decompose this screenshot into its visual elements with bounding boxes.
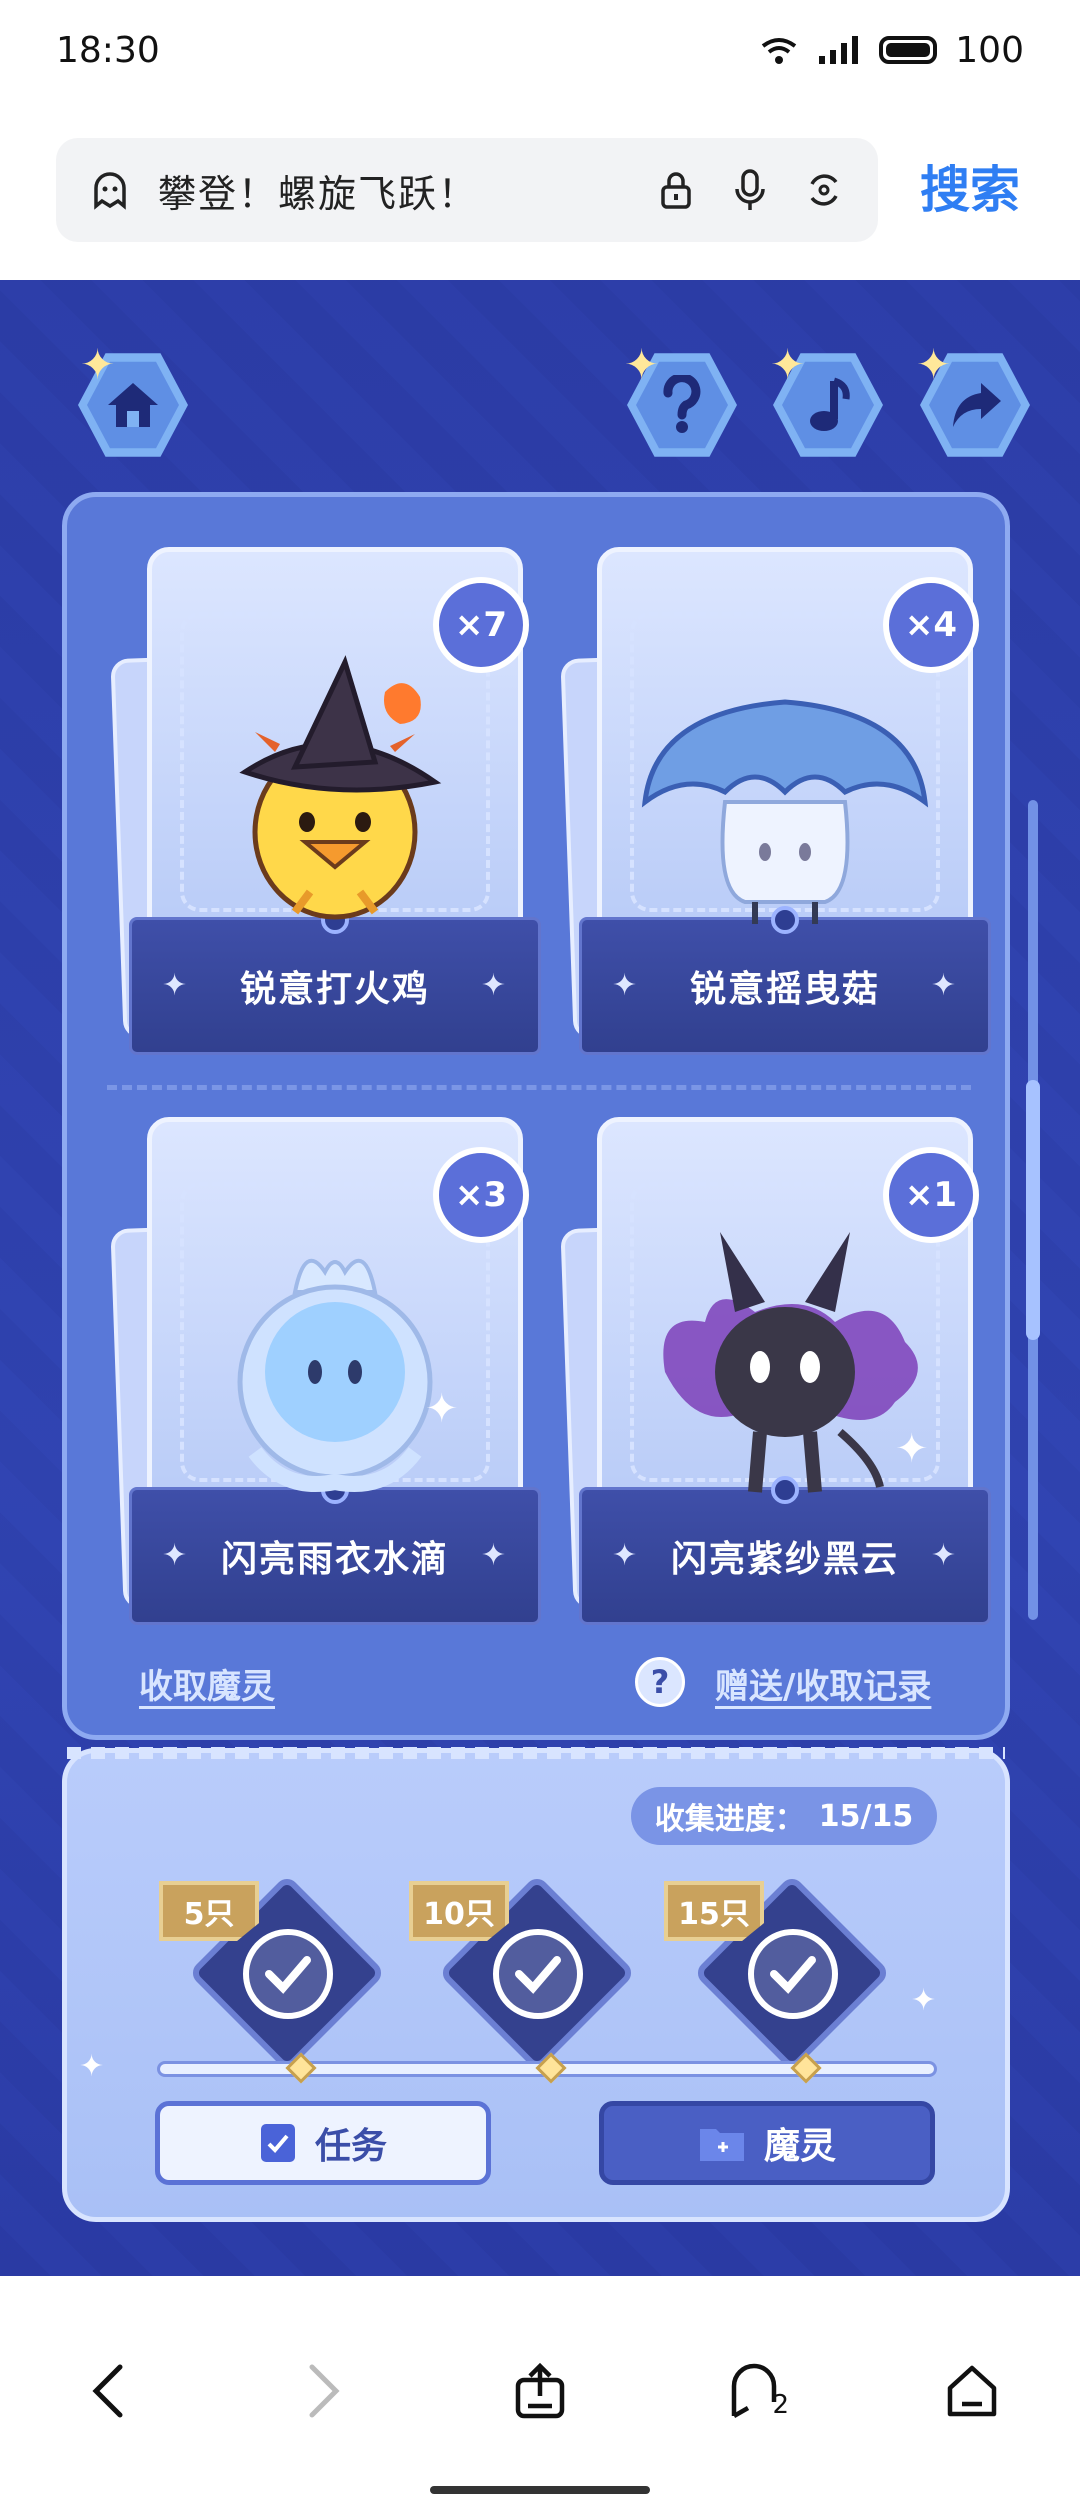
- spirits-tab-label: 魔灵: [763, 2126, 836, 2167]
- sparkle-decoration: ✦: [624, 340, 660, 389]
- milestone-reward[interactable]: 5只: [159, 1874, 386, 2072]
- svg-text:✦: ✦: [425, 1386, 459, 1432]
- sparkle-icon: ✦: [162, 1538, 190, 1573]
- spirit-card[interactable]: ×4 ✦ 锐意摇曳菇 ✦: [560, 547, 991, 1067]
- milestone-tag: 15只: [664, 1881, 764, 1941]
- milestone-reward[interactable]: 15只: [664, 1874, 891, 2072]
- status-time: 18:30: [56, 29, 160, 71]
- spirit-name-plate: ✦ 锐意打火鸡 ✦: [129, 906, 541, 1055]
- home-outline-icon: [947, 2365, 997, 2417]
- search-button[interactable]: 搜索: [920, 150, 1020, 222]
- sparkle-icon: ✦: [162, 968, 190, 1003]
- signal-icon: [819, 36, 859, 64]
- status-icons: 100: [759, 30, 1024, 71]
- chevron-left-icon: [92, 2364, 123, 2418]
- spirit-card[interactable]: ✦ ×1 ✦ 闪亮紫纱黑云 ✦: [560, 1117, 991, 1637]
- ghost-icon: [84, 164, 136, 216]
- spirit-card[interactable]: ✦ ×3 ✦ 闪亮雨衣水滴 ✦: [110, 1117, 541, 1637]
- sparkle-icon: ✦: [612, 1538, 640, 1573]
- sparkle-icon: ✦: [480, 968, 508, 1003]
- spirit-name-plate: ✦ 锐意摇曳菇 ✦: [579, 906, 991, 1055]
- spirits-tab-button[interactable]: 魔灵: [599, 2101, 935, 2185]
- spirit-name: 闪亮雨衣水滴: [220, 1539, 449, 1580]
- progress-label: 收集进度：: [654, 1802, 805, 1837]
- sparkle-icon: ✦: [930, 1538, 958, 1573]
- spirit-count-badge: ×3: [433, 1147, 529, 1243]
- milestone-tag: 10只: [409, 1881, 509, 1941]
- chevron-right-icon: [309, 2364, 340, 2418]
- search-input[interactable]: 攀登！螺旋飞跃！: [158, 163, 628, 218]
- search-bar[interactable]: 攀登！螺旋飞跃！: [56, 138, 878, 242]
- gift-records-link[interactable]: 赠送/收取记录: [715, 1659, 931, 1708]
- microphone-icon[interactable]: [724, 164, 776, 216]
- share-page-button[interactable]: [495, 2346, 585, 2436]
- tab-count: 2: [772, 2390, 789, 2420]
- share-arrow-icon: [953, 383, 1001, 427]
- sparkle-icon: ✦: [480, 1538, 508, 1573]
- scrollbar-thumb[interactable]: [1026, 1080, 1040, 1340]
- purple-black-cloud-illustration: ✦: [663, 1232, 929, 1493]
- upload-icon: [515, 2362, 565, 2419]
- scan-icon[interactable]: [798, 164, 850, 216]
- progress-value: 15/15: [818, 1798, 914, 1834]
- spirit-name: 锐意打火鸡: [239, 969, 430, 1010]
- sparkle-icon: ✦: [930, 968, 958, 1003]
- gesture-bar[interactable]: [430, 2486, 650, 2494]
- progress-badge: 收集进度： 15/15: [631, 1787, 937, 1845]
- home-nav-button[interactable]: [927, 2346, 1017, 2436]
- task-tab-button[interactable]: 任务: [155, 2101, 491, 2185]
- svg-text:✦: ✦: [895, 1426, 929, 1472]
- browser-navbar: 2: [0, 2276, 1080, 2520]
- forward-button[interactable]: [279, 2346, 369, 2436]
- fire-chick-witch-hat-illustration: [239, 655, 442, 920]
- milestone-reward[interactable]: 10只: [409, 1874, 636, 2072]
- battery-level: 100: [955, 29, 1024, 71]
- blue-mushroom-illustration: [641, 699, 929, 924]
- back-button[interactable]: [63, 2346, 153, 2436]
- task-tab-label: 任务: [314, 2126, 387, 2167]
- milestone-tag: 5只: [159, 1881, 259, 1941]
- status-bar: 18:30 100: [0, 0, 1080, 100]
- water-drop-raincoat-illustration: ✦: [237, 1258, 459, 1492]
- sparkle-decoration: ✦: [770, 340, 806, 389]
- spirit-count-badge: ×1: [883, 1147, 979, 1243]
- lock-icon[interactable]: [650, 164, 702, 216]
- sparkle-decoration: ✦: [911, 1983, 937, 2018]
- checkmark-icon: [243, 1929, 333, 2019]
- question-icon: [663, 375, 701, 433]
- wifi-icon: [762, 38, 797, 64]
- spirit-card[interactable]: ×7 ✦ 锐意打火鸡 ✦: [110, 547, 541, 1067]
- sparkle-decoration: ✦: [916, 340, 952, 389]
- spirit-count-badge: ×7: [433, 577, 529, 673]
- spirit-name: 闪亮紫纱黑云: [670, 1539, 899, 1580]
- sparkle-icon: ✦: [612, 968, 640, 1003]
- section-divider: [107, 1085, 971, 1090]
- music-note-icon: [810, 377, 850, 431]
- spirit-count-badge: ×4: [883, 577, 979, 673]
- sparkle-decoration: ✦: [79, 2049, 105, 2084]
- collect-spirits-link[interactable]: 收取魔灵: [139, 1659, 275, 1708]
- battery-icon: [879, 36, 938, 64]
- spirit-name: 锐意摇曳菇: [689, 969, 880, 1010]
- sparkle-decoration: ✦: [80, 340, 116, 389]
- spirit-collection-panel: ×7 ✦ 锐意打火鸡 ✦ ×4 ✦ 锐意摇曳菇 ✦ ✦ ×3 ✦ 闪亮雨衣水滴 …: [62, 492, 1010, 1740]
- folder-icon: [699, 2129, 744, 2161]
- checkmark-icon: [493, 1929, 583, 2019]
- task-doc-icon: [260, 2124, 295, 2162]
- help-icon[interactable]: ?: [635, 1657, 685, 1707]
- tabs-button[interactable]: 2: [711, 2346, 801, 2436]
- progress-track: [157, 2052, 937, 2084]
- spirit-name-plate: ✦ 闪亮雨衣水滴 ✦: [129, 1476, 541, 1625]
- checkmark-icon: [748, 1929, 838, 2019]
- collection-progress-panel: 收集进度： 15/15 5只 10只 15只 ✦ ✦ 任务 魔灵: [62, 1747, 1010, 2222]
